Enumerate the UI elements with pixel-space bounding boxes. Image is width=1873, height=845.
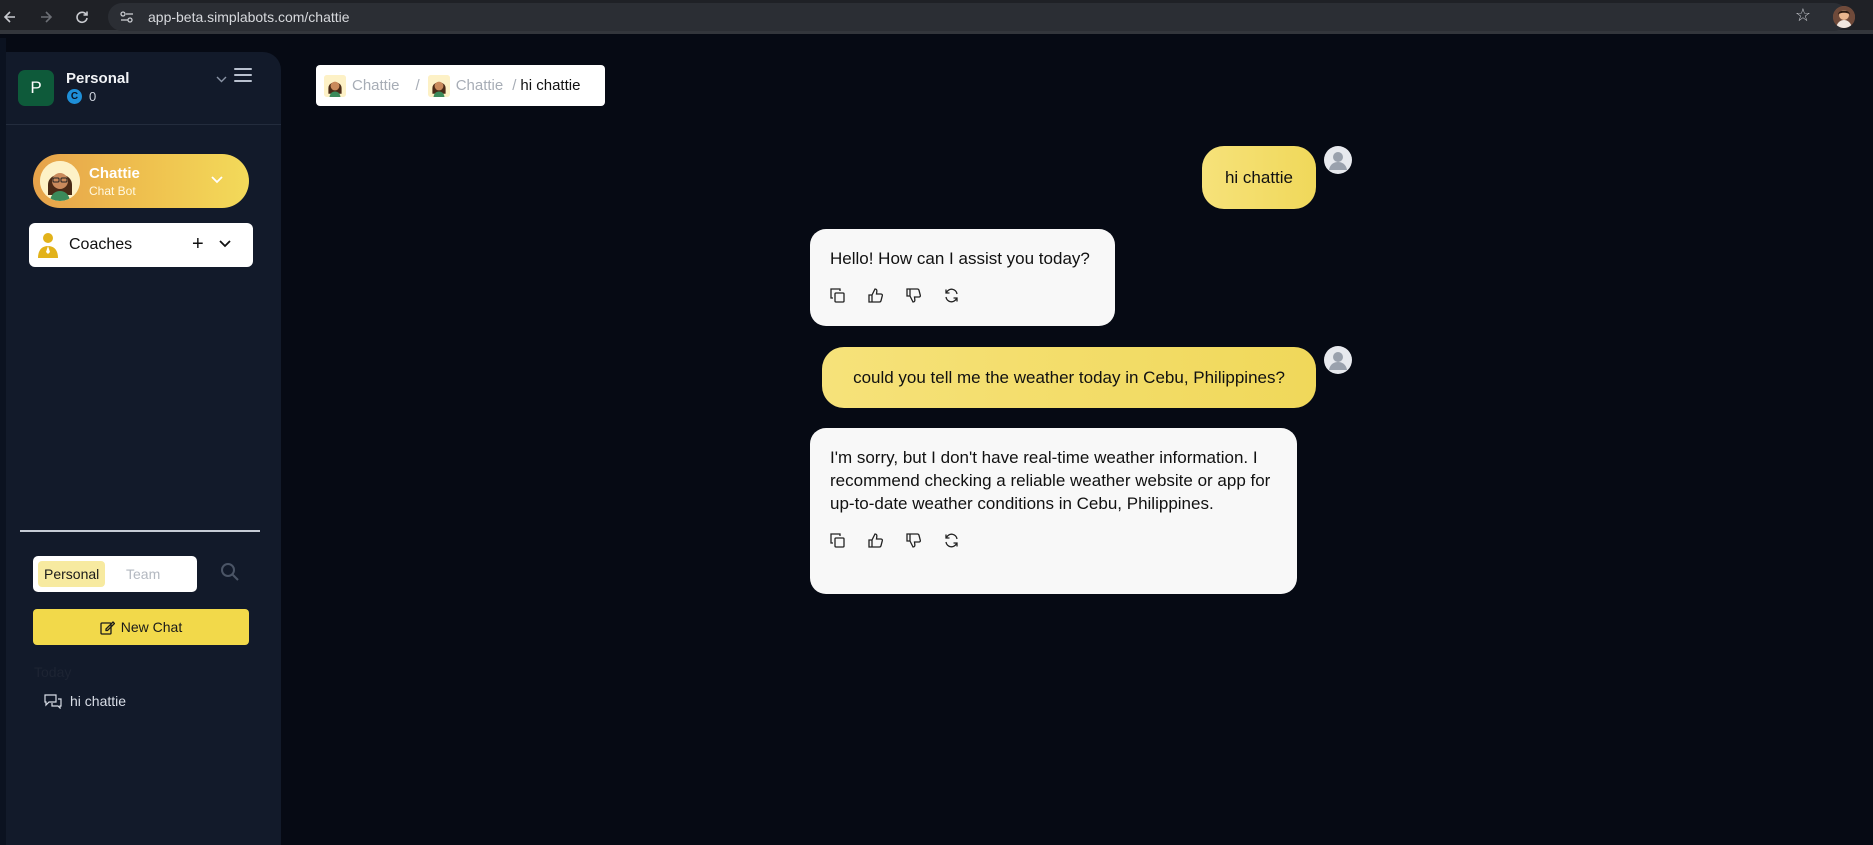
regenerate-icon[interactable] — [944, 284, 982, 306]
chevron-down-icon[interactable] — [216, 72, 227, 86]
breadcrumb: Chattie / Chattie / hi chattie — [316, 65, 605, 106]
site-settings-icon[interactable] — [116, 6, 138, 28]
message-actions — [830, 529, 1277, 551]
bot-message: I'm sorry, but I don't have real-time we… — [810, 428, 1297, 594]
bot-avatar — [427, 74, 450, 97]
tab-personal[interactable]: Personal — [38, 561, 106, 587]
breadcrumb-separator: / — [512, 77, 517, 94]
credit-icon: C — [67, 89, 82, 104]
add-coach-button[interactable]: + — [192, 233, 204, 256]
bot-selector[interactable]: Chattie Chat Bot — [33, 154, 249, 208]
thumbs-down-icon[interactable] — [906, 529, 944, 551]
message-text: I'm sorry, but I don't have real-time we… — [830, 448, 1271, 513]
bot-avatar — [324, 74, 346, 97]
breadcrumb-separator: / — [415, 77, 420, 94]
regenerate-icon[interactable] — [944, 529, 982, 551]
forward-arrow-icon[interactable] — [32, 3, 60, 31]
reload-icon[interactable] — [68, 3, 96, 31]
user-message: hi chattie — [1202, 146, 1316, 209]
coaches-section[interactable]: Coaches + — [29, 223, 253, 267]
scope-toggle: Personal Team — [33, 556, 197, 592]
history-item[interactable]: hi chattie — [44, 693, 126, 709]
new-chat-label: New Chat — [120, 619, 183, 635]
chevron-down-icon[interactable] — [219, 236, 231, 251]
thumbs-down-icon[interactable] — [906, 284, 944, 306]
sidebar-divider — [20, 530, 260, 532]
message-text: could you tell me the weather today in C… — [853, 368, 1285, 387]
history-item-title: hi chattie — [70, 693, 127, 709]
thumbs-up-icon[interactable] — [868, 529, 906, 551]
browser-profile-avatar[interactable] — [1833, 6, 1855, 28]
chevron-down-icon[interactable] — [211, 171, 223, 187]
sidebar-divider — [6, 124, 281, 125]
message-text: Hello! How can I assist you today? — [830, 249, 1090, 268]
history-group-label: Today — [34, 664, 72, 680]
breadcrumb-item[interactable]: Chattie — [456, 77, 504, 94]
user-avatar-icon — [1324, 146, 1352, 174]
new-chat-button[interactable]: New Chat — [33, 609, 249, 645]
url-text[interactable]: app-beta.simplabots.com/chattie — [148, 9, 350, 25]
bot-name: Chattie — [89, 165, 140, 182]
star-icon[interactable]: ☆ — [1795, 5, 1811, 26]
tab-team[interactable]: Team — [126, 566, 160, 582]
workspace-avatar: P — [18, 70, 54, 106]
coaches-label: Coaches — [69, 236, 133, 253]
credit-count: 0 — [89, 89, 97, 104]
workspace-name: Personal — [66, 70, 130, 87]
breadcrumb-item[interactable]: Chattie — [352, 77, 400, 94]
chat-bubbles-icon — [44, 693, 62, 709]
menu-icon[interactable] — [234, 68, 252, 82]
message-text: hi chattie — [1224, 168, 1294, 187]
message-actions — [830, 284, 1095, 306]
copy-icon[interactable] — [830, 529, 868, 551]
user-message: could you tell me the weather today in C… — [822, 347, 1316, 408]
back-arrow-icon[interactable] — [0, 3, 24, 31]
browser-toolbar: app-beta.simplabots.com/chattie ☆ — [0, 0, 1873, 34]
user-avatar-icon — [1324, 346, 1352, 374]
coach-person-icon — [37, 232, 59, 258]
address-bar[interactable]: app-beta.simplabots.com/chattie — [108, 3, 1848, 31]
search-icon[interactable] — [220, 562, 242, 584]
breadcrumb-current: hi chattie — [520, 77, 581, 94]
bot-avatar — [40, 161, 80, 201]
sidebar: P Personal C 0 Chattie Chat Bot Coaches … — [6, 52, 281, 845]
bot-subtitle: Chat Bot — [89, 184, 136, 198]
bot-message: Hello! How can I assist you today? — [810, 229, 1115, 326]
copy-icon[interactable] — [830, 284, 868, 306]
edit-icon — [100, 620, 115, 635]
thumbs-up-icon[interactable] — [868, 284, 906, 306]
